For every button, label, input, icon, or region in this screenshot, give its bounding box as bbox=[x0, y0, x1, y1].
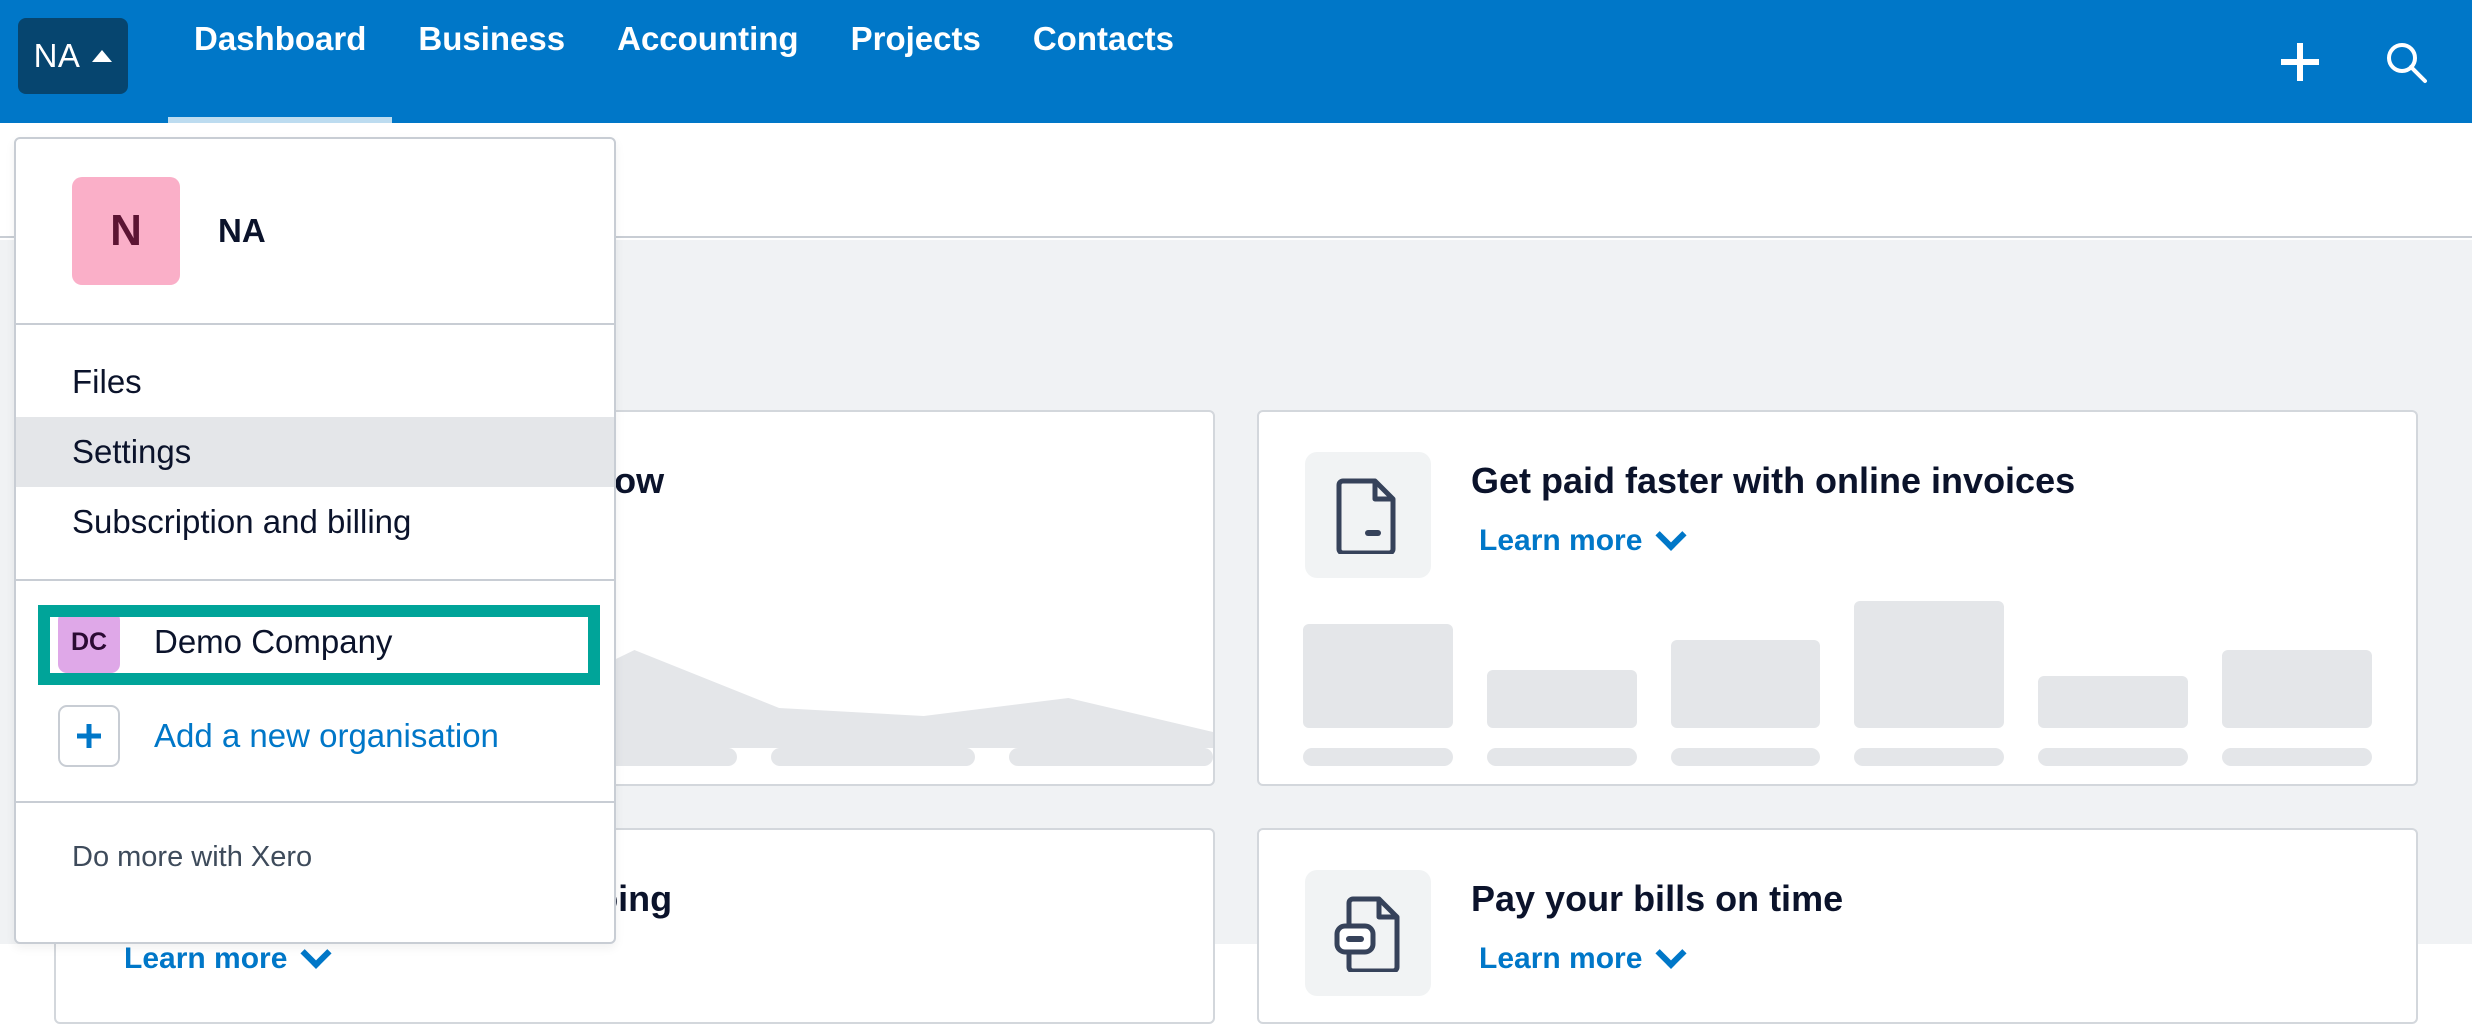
card-pay-bills-title: Pay your bills on time bbox=[1471, 878, 1844, 919]
skeleton-pill bbox=[2222, 748, 2372, 766]
card-online-invoices-title: Get paid faster with online invoices bbox=[1471, 460, 2076, 501]
card-pay-bills-text: Pay your bills on time Learn more bbox=[1471, 870, 1843, 996]
nav-link-contacts-label: Contacts bbox=[1032, 20, 1175, 57]
nav-link-business-label: Business bbox=[418, 20, 566, 57]
learn-more-label: Learn more bbox=[1479, 524, 1643, 557]
primary-nav-links: Dashboard Business Accounting Projects C… bbox=[168, 0, 1200, 127]
nav-link-accounting[interactable]: Accounting bbox=[591, 7, 824, 71]
add-new-organisation-button[interactable]: Add a new organisation bbox=[16, 683, 614, 801]
dropdown-links-section: Files Settings Subscription and billing bbox=[16, 325, 614, 581]
bar bbox=[2222, 650, 2372, 728]
bar bbox=[1854, 600, 2005, 728]
nav-link-projects[interactable]: Projects bbox=[825, 7, 1007, 71]
dropdown-user-row[interactable]: N NA bbox=[16, 139, 614, 323]
card-online-invoices-text: Get paid faster with online invoices Lea… bbox=[1471, 452, 2075, 578]
nav-link-contacts[interactable]: Contacts bbox=[1007, 7, 1200, 71]
card-pay-bills-learn-more[interactable]: Learn more bbox=[1479, 937, 1687, 976]
bar bbox=[1486, 669, 1637, 728]
top-navigation-bar: NA Dashboard Business Accounting Project… bbox=[0, 0, 2472, 127]
nav-link-accounting-label: Accounting bbox=[617, 20, 799, 57]
avatar: DC bbox=[58, 611, 120, 673]
card-online-invoices[interactable]: Get paid faster with online invoices Lea… bbox=[1257, 410, 2418, 786]
add-icon[interactable] bbox=[2274, 36, 2326, 88]
org-switcher-button[interactable]: NA bbox=[18, 18, 128, 94]
caret-up-icon bbox=[92, 50, 113, 62]
dropdown-item-subscription-and-billing[interactable]: Subscription and billing bbox=[16, 487, 614, 557]
skeleton-pill bbox=[2038, 748, 2189, 766]
dropdown-organisation-row[interactable]: DC Demo Company bbox=[16, 581, 614, 683]
dropdown-item-files[interactable]: Files bbox=[16, 347, 614, 417]
learn-more-label: Learn more bbox=[124, 942, 288, 975]
org-switcher-label: NA bbox=[33, 37, 81, 74]
dropdown-organisation-name: Demo Company bbox=[154, 623, 393, 660]
chevron-down-icon bbox=[1655, 519, 1687, 551]
card-online-invoices-learn-more[interactable]: Learn more bbox=[1479, 519, 1687, 558]
chevron-down-icon bbox=[1655, 937, 1687, 969]
card-online-invoices-content: Get paid faster with online invoices Lea… bbox=[1259, 412, 2416, 578]
org-switcher-dropdown: N NA Files Settings Subscription and bil… bbox=[14, 137, 616, 944]
nav-link-business[interactable]: Business bbox=[392, 7, 591, 71]
search-icon[interactable] bbox=[2380, 36, 2432, 88]
bar bbox=[1303, 624, 1453, 728]
do-more-with-xero-label: Do more with Xero bbox=[72, 841, 313, 873]
skeleton-pill bbox=[1303, 748, 1453, 766]
nav-actions bbox=[2274, 0, 2472, 123]
dropdown-item-subscription-and-billing-label: Subscription and billing bbox=[72, 503, 412, 540]
nav-link-dashboard[interactable]: Dashboard bbox=[168, 7, 393, 127]
skeleton-pill bbox=[1670, 748, 1821, 766]
skeleton-pill bbox=[1486, 748, 1637, 766]
card-pay-bills-content: Pay your bills on time Learn more bbox=[1259, 830, 2416, 996]
bill-payment-icon bbox=[1305, 870, 1431, 996]
dropdown-item-settings-label: Settings bbox=[72, 433, 192, 470]
plus-icon bbox=[58, 705, 120, 767]
dropdown-organisation-section: DC Demo Company Add a new organisation bbox=[16, 581, 614, 803]
nav-link-projects-label: Projects bbox=[850, 20, 981, 57]
dropdown-user-section: N NA bbox=[16, 139, 614, 325]
skeleton-pill bbox=[1854, 748, 2005, 766]
card-pay-bills[interactable]: Pay your bills on time Learn more bbox=[1257, 828, 2418, 1024]
dropdown-footer-section: Do more with Xero bbox=[16, 803, 614, 874]
invoices-axis-labels-placeholder bbox=[1303, 748, 2372, 766]
card-track-money-learn-more[interactable]: Learn more bbox=[124, 937, 332, 976]
invoices-bar-chart-placeholder bbox=[1303, 598, 2372, 728]
dropdown-user-name: NA bbox=[218, 212, 266, 249]
bar bbox=[2038, 676, 2189, 728]
avatar: N bbox=[72, 177, 180, 285]
learn-more-label: Learn more bbox=[1479, 942, 1643, 975]
bar bbox=[1670, 639, 1821, 728]
dropdown-item-files-label: Files bbox=[72, 363, 142, 400]
dropdown-item-settings[interactable]: Settings bbox=[16, 417, 614, 487]
nav-link-dashboard-label: Dashboard bbox=[194, 20, 367, 57]
invoice-document-icon bbox=[1305, 452, 1431, 578]
add-new-organisation-label: Add a new organisation bbox=[154, 717, 499, 754]
